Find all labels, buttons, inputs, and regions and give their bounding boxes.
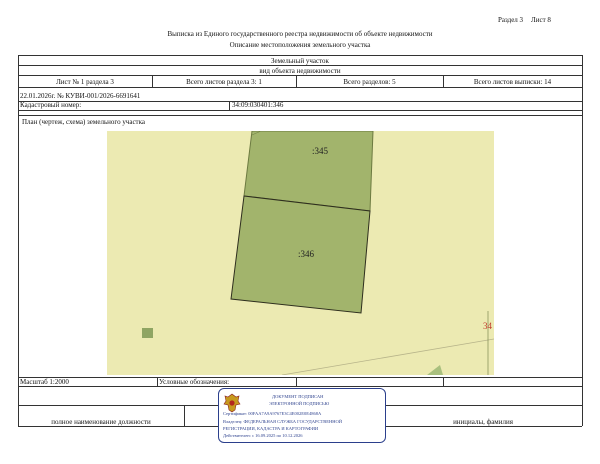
document-subtitle: Описание местоположения земельного участ… [229, 41, 371, 49]
object-type: Земельный участок [271, 57, 329, 65]
sheet-label: Лист 8 [531, 16, 551, 24]
initials-label: инициалы, фамилия [453, 418, 513, 426]
document-title: Выписка из Единого государственного реес… [167, 30, 433, 38]
total-sections: Всего разделов: 5 [343, 78, 396, 86]
section-label: Раздел 3 [498, 16, 524, 24]
plan-caption: План (чертеж, схема) земельного участка [22, 118, 146, 126]
label-345: :345 [312, 146, 329, 156]
emblem-icon [223, 393, 241, 413]
cadastral-number: 34:09:030401:346 [232, 101, 284, 109]
legend-label: Условные обозначения: [159, 378, 230, 386]
small-plot-marker [142, 328, 153, 338]
sheet-of-section: Лист № 1 раздела 3 [56, 78, 114, 86]
map-scale: Масштаб 1:2000 [20, 378, 69, 386]
total-sheets-extract: Всего листов выписки: 14 [473, 78, 552, 86]
stamp-cert: Сертификат: 00FAA7A9A9767E3C4E002E0E4868… [223, 411, 322, 416]
document-reference: 22.01.2026г. № КУВИ-001/2026-6691641 [20, 92, 141, 100]
total-sheets-section: Всего листов раздела 3: 1 [186, 78, 262, 86]
cadastral-label: Кадастровый номер: [20, 101, 82, 109]
label-edge-34: 34 [483, 321, 492, 331]
parcel-plan-map: :345 :346 34 [107, 131, 494, 375]
object-type-caption: вид объекта недвижимости [259, 67, 341, 75]
stamp-line1: ДОКУМЕНТ ПОДПИСАН [272, 394, 324, 399]
electronic-signature-stamp: ДОКУМЕНТ ПОДПИСАН ЭЛЕКТРОННОЙ ПОДПИСЬЮ С… [218, 388, 386, 443]
stamp-owner: Владелец: ФЕДЕРАЛЬНАЯ СЛУЖБА ГОСУДАРСТВЕ… [223, 419, 343, 424]
stamp-owner2: РЕГИСТРАЦИИ, КАДАСТРА И КАРТОГРАФИИ [223, 426, 319, 431]
stamp-valid: Действителен: с 16.09.2025 по 10.12.2026 [223, 433, 303, 438]
position-label: полное наименование должности [51, 418, 151, 426]
stamp-line2: ЭЛЕКТРОННОЙ ПОДПИСЬЮ [269, 401, 330, 406]
label-346: :346 [298, 249, 315, 259]
